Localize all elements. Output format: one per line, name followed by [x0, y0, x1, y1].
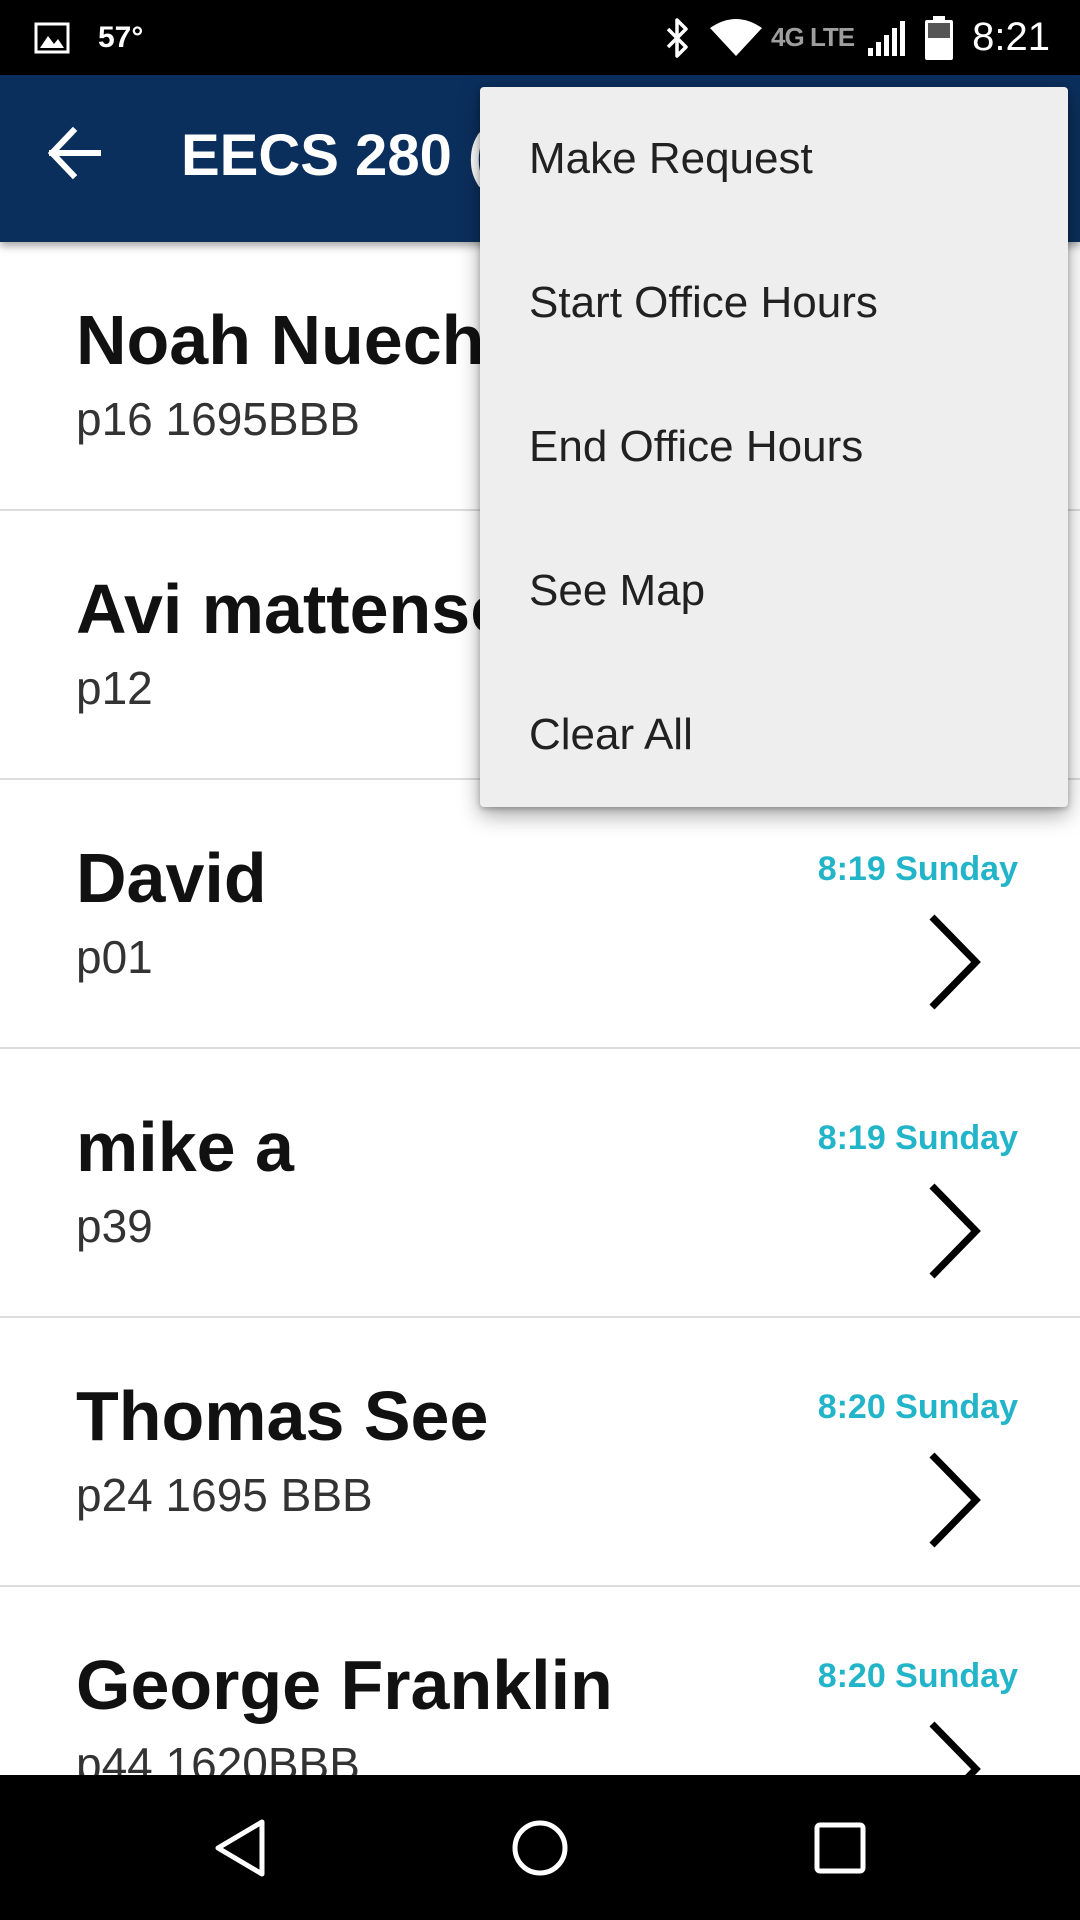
image-icon	[34, 22, 70, 54]
student-name: Avi mattenso	[76, 570, 513, 648]
student-location: p24 1695 BBB	[76, 1469, 373, 1521]
list-item[interactable]: Thomas See p24 1695 BBB 8:20 Sunday	[0, 1318, 1080, 1587]
menu-item-start-office-hours[interactable]: Start Office Hours	[480, 231, 1068, 375]
chevron-right-icon[interactable]	[918, 1714, 988, 1775]
battery-icon	[924, 15, 954, 61]
request-time: 8:19 Sunday	[817, 1119, 1018, 1157]
wifi-icon	[709, 18, 763, 58]
status-right: 4G LTE 8:21	[665, 0, 1050, 75]
network-type: 4G LTE	[771, 22, 855, 52]
status-bar: 57° 4G LTE 8:21	[0, 0, 1080, 75]
student-location: p16 1695BBB	[76, 393, 360, 445]
menu-item-clear-all[interactable]: Clear All	[480, 663, 1068, 807]
nav-back-button[interactable]	[190, 1803, 290, 1893]
chevron-right-icon[interactable]	[918, 1176, 988, 1286]
bluetooth-icon	[665, 17, 691, 59]
request-time: 8:19 Sunday	[817, 850, 1018, 888]
chevron-right-icon[interactable]	[918, 907, 988, 1017]
student-name: mike a	[76, 1108, 294, 1186]
recents-square-icon	[813, 1821, 867, 1875]
chevron-right-icon[interactable]	[918, 1445, 988, 1555]
list-item[interactable]: David p01 8:19 Sunday	[0, 780, 1080, 1049]
menu-item-make-request[interactable]: Make Request	[480, 87, 1068, 231]
student-location: p39	[76, 1200, 153, 1252]
home-circle-icon	[510, 1818, 570, 1878]
request-time: 8:20 Sunday	[817, 1657, 1018, 1695]
temperature: 57°	[98, 20, 144, 54]
menu-item-see-map[interactable]: See Map	[480, 519, 1068, 663]
list-item[interactable]: mike a p39 8:19 Sunday	[0, 1049, 1080, 1318]
nav-home-button[interactable]	[490, 1803, 590, 1893]
student-name: Noah Nuecht	[76, 301, 508, 379]
student-location: p01	[76, 931, 153, 983]
status-left: 57°	[34, 0, 143, 75]
request-time: 8:20 Sunday	[817, 1388, 1018, 1426]
system-nav-bar	[0, 1775, 1080, 1920]
student-name: David	[76, 839, 267, 917]
student-name: George Franklin	[76, 1646, 613, 1724]
menu-item-end-office-hours[interactable]: End Office Hours	[480, 375, 1068, 519]
student-location: p12	[76, 662, 153, 714]
signal-icon	[866, 18, 906, 58]
back-triangle-icon	[212, 1818, 268, 1878]
clock: 8:21	[972, 15, 1050, 59]
back-button[interactable]	[46, 125, 122, 191]
student-location: p44 1620BBB	[76, 1738, 360, 1775]
list-item[interactable]: George Franklin p44 1620BBB 8:20 Sunday	[0, 1587, 1080, 1775]
arrow-back-icon	[46, 125, 102, 181]
student-name: Thomas See	[76, 1377, 489, 1455]
overflow-menu: Make Request Start Office Hours End Offi…	[480, 87, 1068, 807]
nav-recents-button[interactable]	[790, 1803, 890, 1893]
